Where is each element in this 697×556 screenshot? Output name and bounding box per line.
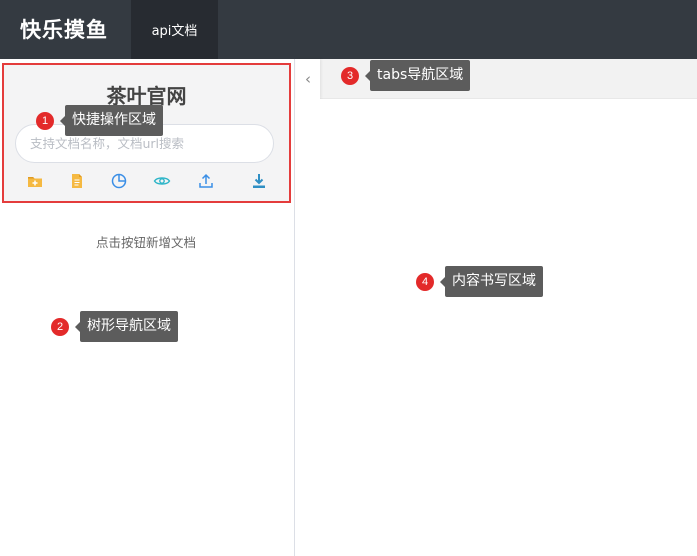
annotation-number: 1	[36, 111, 54, 130]
empty-tree-hint: 点击按钮新增文档	[95, 235, 196, 250]
annotation-number: 3	[341, 66, 359, 85]
annotation-2: 2 树形导航区域	[51, 311, 178, 342]
tab-api-docs[interactable]: api文档	[131, 0, 218, 59]
content-editor-area[interactable]	[296, 99, 697, 556]
tabs-back-chevron-icon[interactable]: ‹	[296, 59, 320, 99]
annotation-label: tabs导航区域	[364, 60, 471, 91]
annotation-label: 内容书写区域	[440, 266, 543, 297]
eye-icon[interactable]	[153, 172, 171, 190]
annotation-label: 快捷操作区域	[60, 105, 163, 136]
new-doc-icon[interactable]	[68, 172, 86, 190]
download-icon[interactable]	[250, 172, 268, 190]
top-header: 快乐摸鱼 api文档	[0, 0, 697, 59]
annotation-number: 4	[416, 272, 434, 291]
app-logo[interactable]: 快乐摸鱼	[20, 14, 108, 44]
annotation-label: 树形导航区域	[75, 311, 178, 342]
annotation-3: 3 tabs导航区域	[341, 60, 471, 91]
pie-chart-icon[interactable]	[110, 172, 128, 190]
upload-icon[interactable]	[197, 172, 215, 190]
annotation-4: 4 内容书写区域	[416, 266, 543, 297]
quick-action-toolbar	[4, 172, 289, 194]
new-folder-icon[interactable]	[26, 172, 44, 190]
annotation-number: 2	[51, 317, 69, 336]
annotation-1: 1 快捷操作区域	[36, 105, 163, 136]
